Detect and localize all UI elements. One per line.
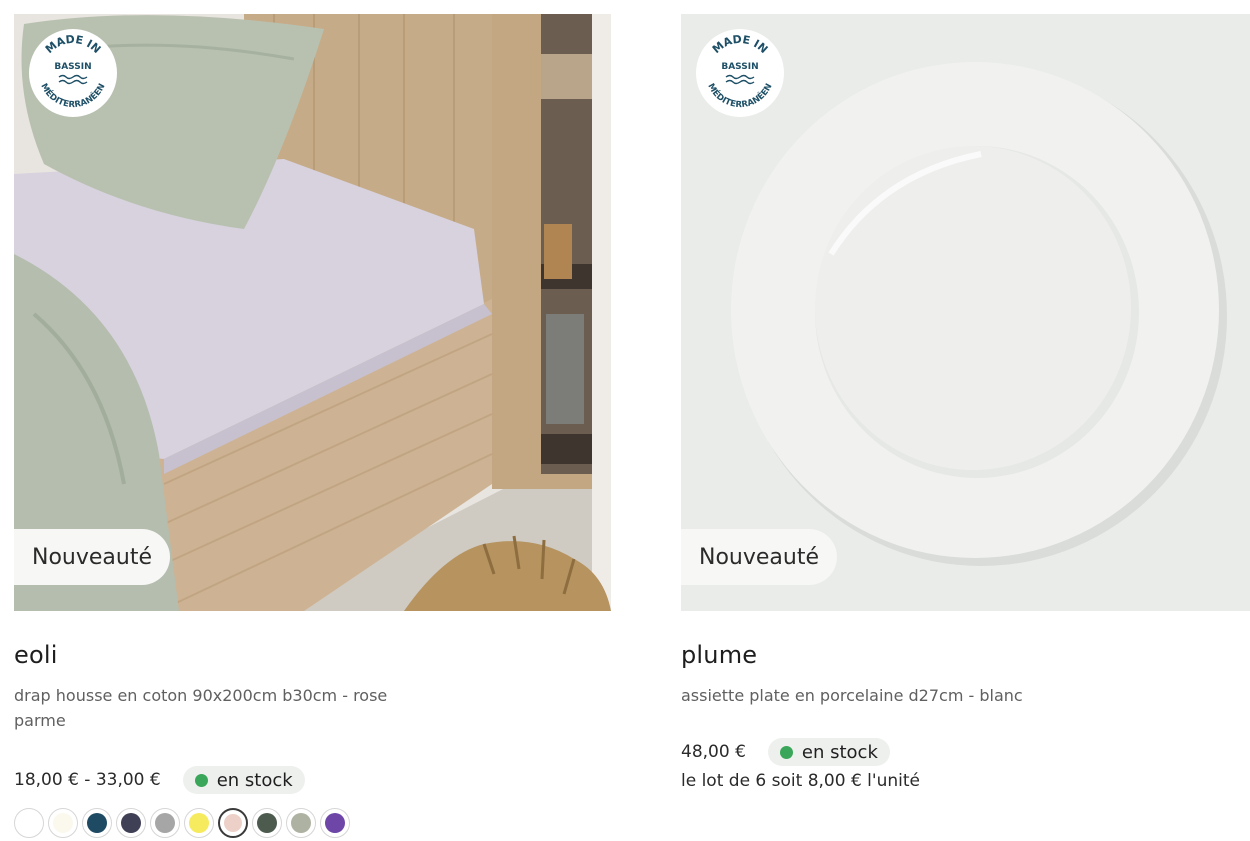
- stock-badge: en stock: [767, 738, 890, 766]
- product-price: 48,00 €: [681, 742, 746, 762]
- color-swatch[interactable]: [184, 808, 214, 838]
- color-swatch[interactable]: [286, 808, 316, 838]
- product-title[interactable]: plume: [681, 641, 1250, 669]
- product-title[interactable]: eoli: [14, 641, 611, 669]
- stock-label: en stock: [801, 741, 878, 763]
- color-swatch[interactable]: [116, 808, 146, 838]
- color-swatch[interactable]: [150, 808, 180, 838]
- color-swatches: [14, 808, 611, 838]
- svg-text:BASSIN: BASSIN: [54, 62, 91, 72]
- product-image-eoli[interactable]: MADE IN BASSIN MÉDITERRANÉEN Nouveauté: [14, 14, 611, 611]
- made-in-mediterranean-badge: MADE IN BASSIN MÉDITERRANÉEN: [29, 29, 117, 117]
- product-description[interactable]: assiette plate en porcelaine d27cm - bla…: [681, 683, 1081, 708]
- product-price: 18,00 € - 33,00 €: [14, 770, 161, 790]
- product-card-plume[interactable]: MADE IN BASSIN MÉDITERRANÉEN Nouveauté p…: [681, 0, 1250, 791]
- color-swatch[interactable]: [82, 808, 112, 838]
- product-card-eoli[interactable]: MADE IN BASSIN MÉDITERRANÉEN Nouveauté e…: [14, 0, 611, 838]
- stock-badge: en stock: [182, 766, 305, 794]
- product-description[interactable]: drap housse en coton 90x200cm b30cm - ro…: [14, 683, 414, 733]
- svg-text:BASSIN: BASSIN: [721, 62, 758, 72]
- color-swatch[interactable]: [252, 808, 282, 838]
- in-stock-dot-icon: [779, 745, 793, 759]
- color-swatch[interactable]: [48, 808, 78, 838]
- price-row: 48,00 € en stock: [681, 738, 1250, 766]
- product-image-plume[interactable]: MADE IN BASSIN MÉDITERRANÉEN Nouveauté: [681, 14, 1250, 611]
- in-stock-dot-icon: [194, 773, 208, 787]
- color-swatch[interactable]: [14, 808, 44, 838]
- color-swatch[interactable]: [320, 808, 350, 838]
- new-tag: Nouveauté: [681, 529, 838, 585]
- color-swatch[interactable]: [218, 808, 248, 838]
- made-in-mediterranean-badge: MADE IN BASSIN MÉDITERRANÉEN: [696, 29, 784, 117]
- price-row: 18,00 € - 33,00 € en stock: [14, 766, 611, 794]
- unit-price-note: le lot de 6 soit 8,00 € l'unité: [681, 771, 920, 791]
- new-tag: Nouveauté: [14, 529, 171, 585]
- stock-label: en stock: [216, 769, 293, 791]
